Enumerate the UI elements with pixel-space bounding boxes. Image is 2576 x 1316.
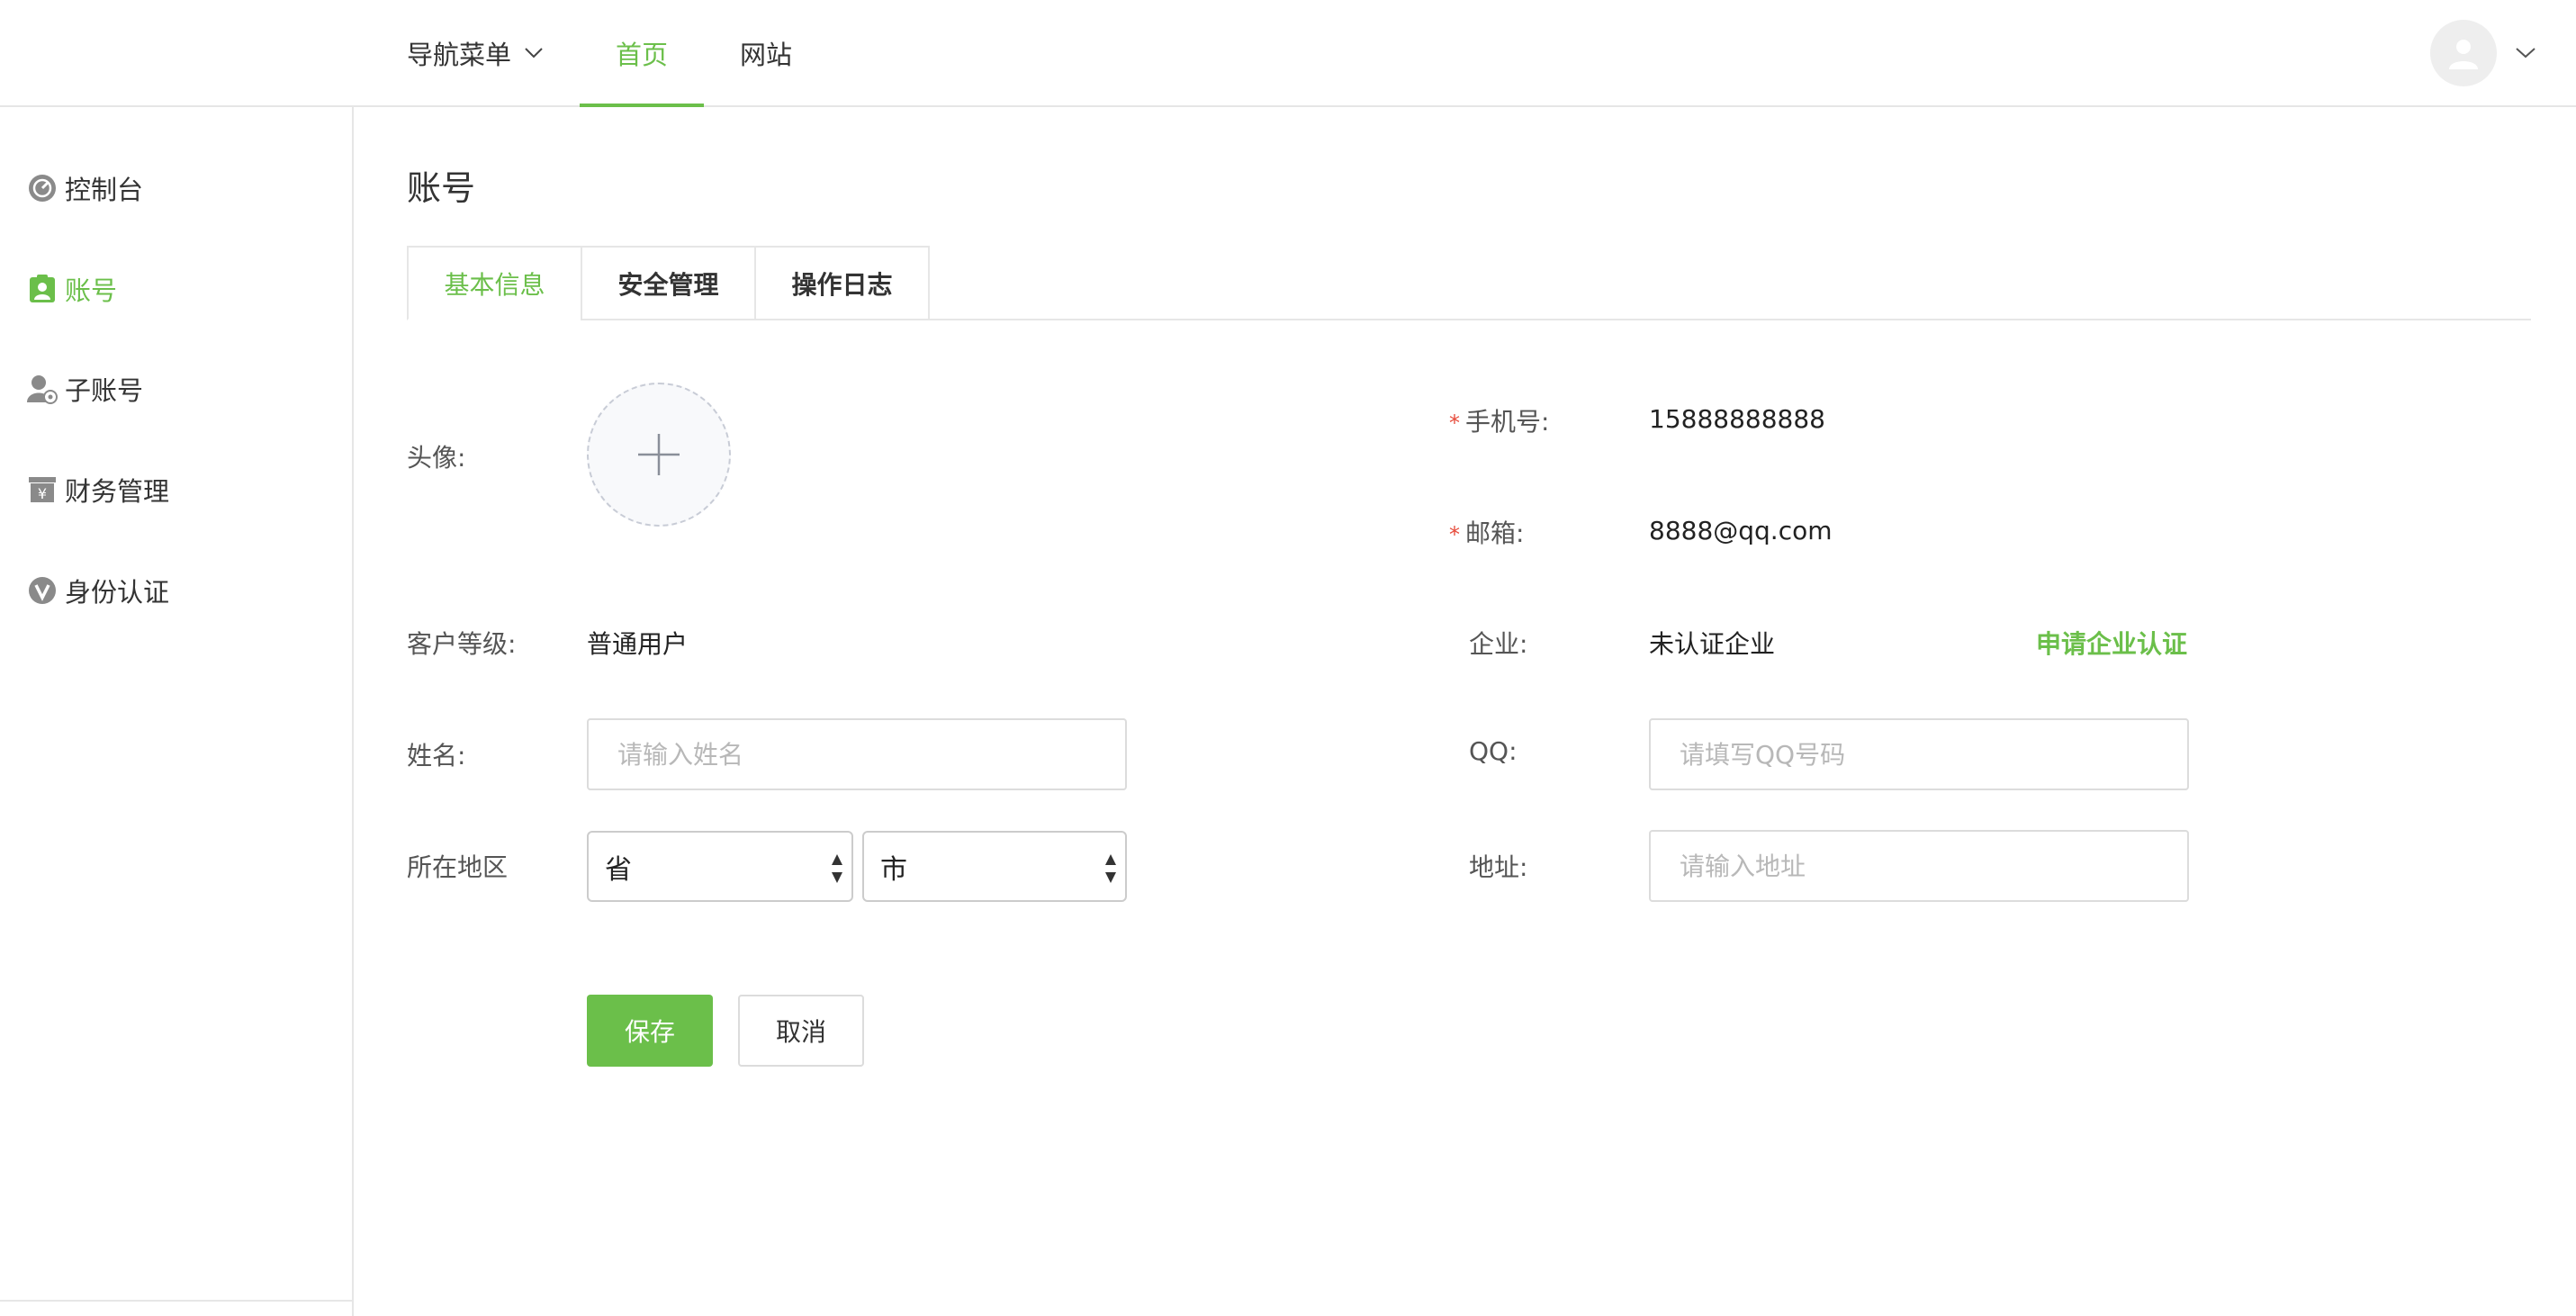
phone-value: 15888888888: [1649, 404, 1825, 434]
sidebar-item-label: 身份认证: [65, 577, 170, 608]
email-label: * 邮箱:: [1449, 514, 1524, 550]
required-mark: *: [1449, 410, 1460, 436]
plus-icon: [638, 434, 680, 475]
page-title: 账号: [407, 168, 476, 208]
nav-website-label: 网站: [740, 39, 793, 70]
company-value: 未认证企业: [1649, 629, 1776, 659]
tab-operation-log[interactable]: 操作日志: [754, 246, 930, 320]
verify-icon: [27, 575, 58, 606]
sidebar-item-sub-account[interactable]: 子账号: [27, 362, 143, 416]
top-nav: 导航菜单 首页 网站: [371, 0, 828, 107]
avatar-upload[interactable]: [587, 383, 731, 527]
sidebar-footer-divider: [0, 1300, 352, 1316]
select-arrows-icon: [1105, 854, 1116, 883]
province-selected-value: 省: [605, 853, 632, 886]
name-input[interactable]: [587, 718, 1127, 790]
nav-menu-dropdown[interactable]: 导航菜单: [371, 0, 580, 105]
city-selected-value: 市: [880, 853, 907, 886]
phone-label: * 手机号:: [1449, 402, 1549, 438]
avatar[interactable]: [2430, 20, 2497, 86]
qq-input[interactable]: [1649, 718, 2189, 790]
save-button[interactable]: 保存: [587, 995, 713, 1067]
province-select[interactable]: 省: [587, 831, 853, 902]
dashboard-icon: [27, 173, 58, 203]
sidebar-item-verify[interactable]: 身份认证: [27, 563, 169, 617]
tab-basic-info[interactable]: 基本信息: [407, 246, 582, 320]
sidebar-item-label: 控制台: [65, 175, 144, 205]
email-value: 8888@qq.com: [1649, 516, 1833, 545]
cancel-button[interactable]: 取消: [738, 995, 864, 1067]
company-label: 企业:: [1469, 629, 1528, 659]
account-icon: [27, 274, 58, 304]
nav-menu-label: 导航菜单: [407, 39, 512, 70]
region-label: 所在地区: [407, 852, 509, 882]
tab-bar: 基本信息 安全管理 操作日志: [407, 246, 930, 320]
required-mark: *: [1449, 522, 1460, 547]
user-menu[interactable]: [2430, 20, 2536, 86]
city-select[interactable]: 市: [862, 831, 1127, 902]
apply-company-verify-link[interactable]: 申请企业认证: [2036, 625, 2187, 661]
name-label: 姓名:: [407, 741, 466, 771]
email-label-text: 邮箱:: [1465, 518, 1525, 548]
qq-label: QQ:: [1469, 736, 1518, 766]
finance-icon: ¥: [27, 474, 58, 505]
sidebar-item-finance[interactable]: ¥ 财务管理: [27, 463, 169, 517]
level-value: 普通用户: [587, 629, 689, 659]
nav-home[interactable]: 首页: [580, 0, 705, 107]
chevron-down-icon: [525, 47, 543, 58]
chevron-down-icon[interactable]: [2515, 47, 2536, 59]
tab-security[interactable]: 安全管理: [581, 246, 756, 320]
nav-home-label: 首页: [616, 39, 669, 70]
svg-text:¥: ¥: [38, 485, 47, 502]
user-icon: [2449, 40, 2478, 69]
select-arrows-icon: [832, 854, 842, 883]
address-input[interactable]: [1649, 830, 2189, 902]
sidebar: 控制台 账号 子账号 ¥ 财务管理 身份认证: [0, 107, 354, 1316]
sidebar-item-label: 财务管理: [65, 476, 170, 507]
phone-label-text: 手机号:: [1465, 407, 1550, 437]
avatar-label: 头像:: [407, 443, 466, 473]
sub-account-icon: [27, 374, 58, 404]
address-label: 地址:: [1469, 852, 1528, 882]
sidebar-item-label: 子账号: [65, 375, 144, 406]
nav-website[interactable]: 网站: [704, 0, 828, 105]
sidebar-item-account[interactable]: 账号: [27, 262, 117, 316]
level-label: 客户等级:: [407, 629, 517, 659]
sidebar-item-dashboard[interactable]: 控制台: [27, 161, 143, 215]
sidebar-item-label: 账号: [65, 275, 118, 306]
top-header: 导航菜单 首页 网站: [0, 0, 2576, 107]
